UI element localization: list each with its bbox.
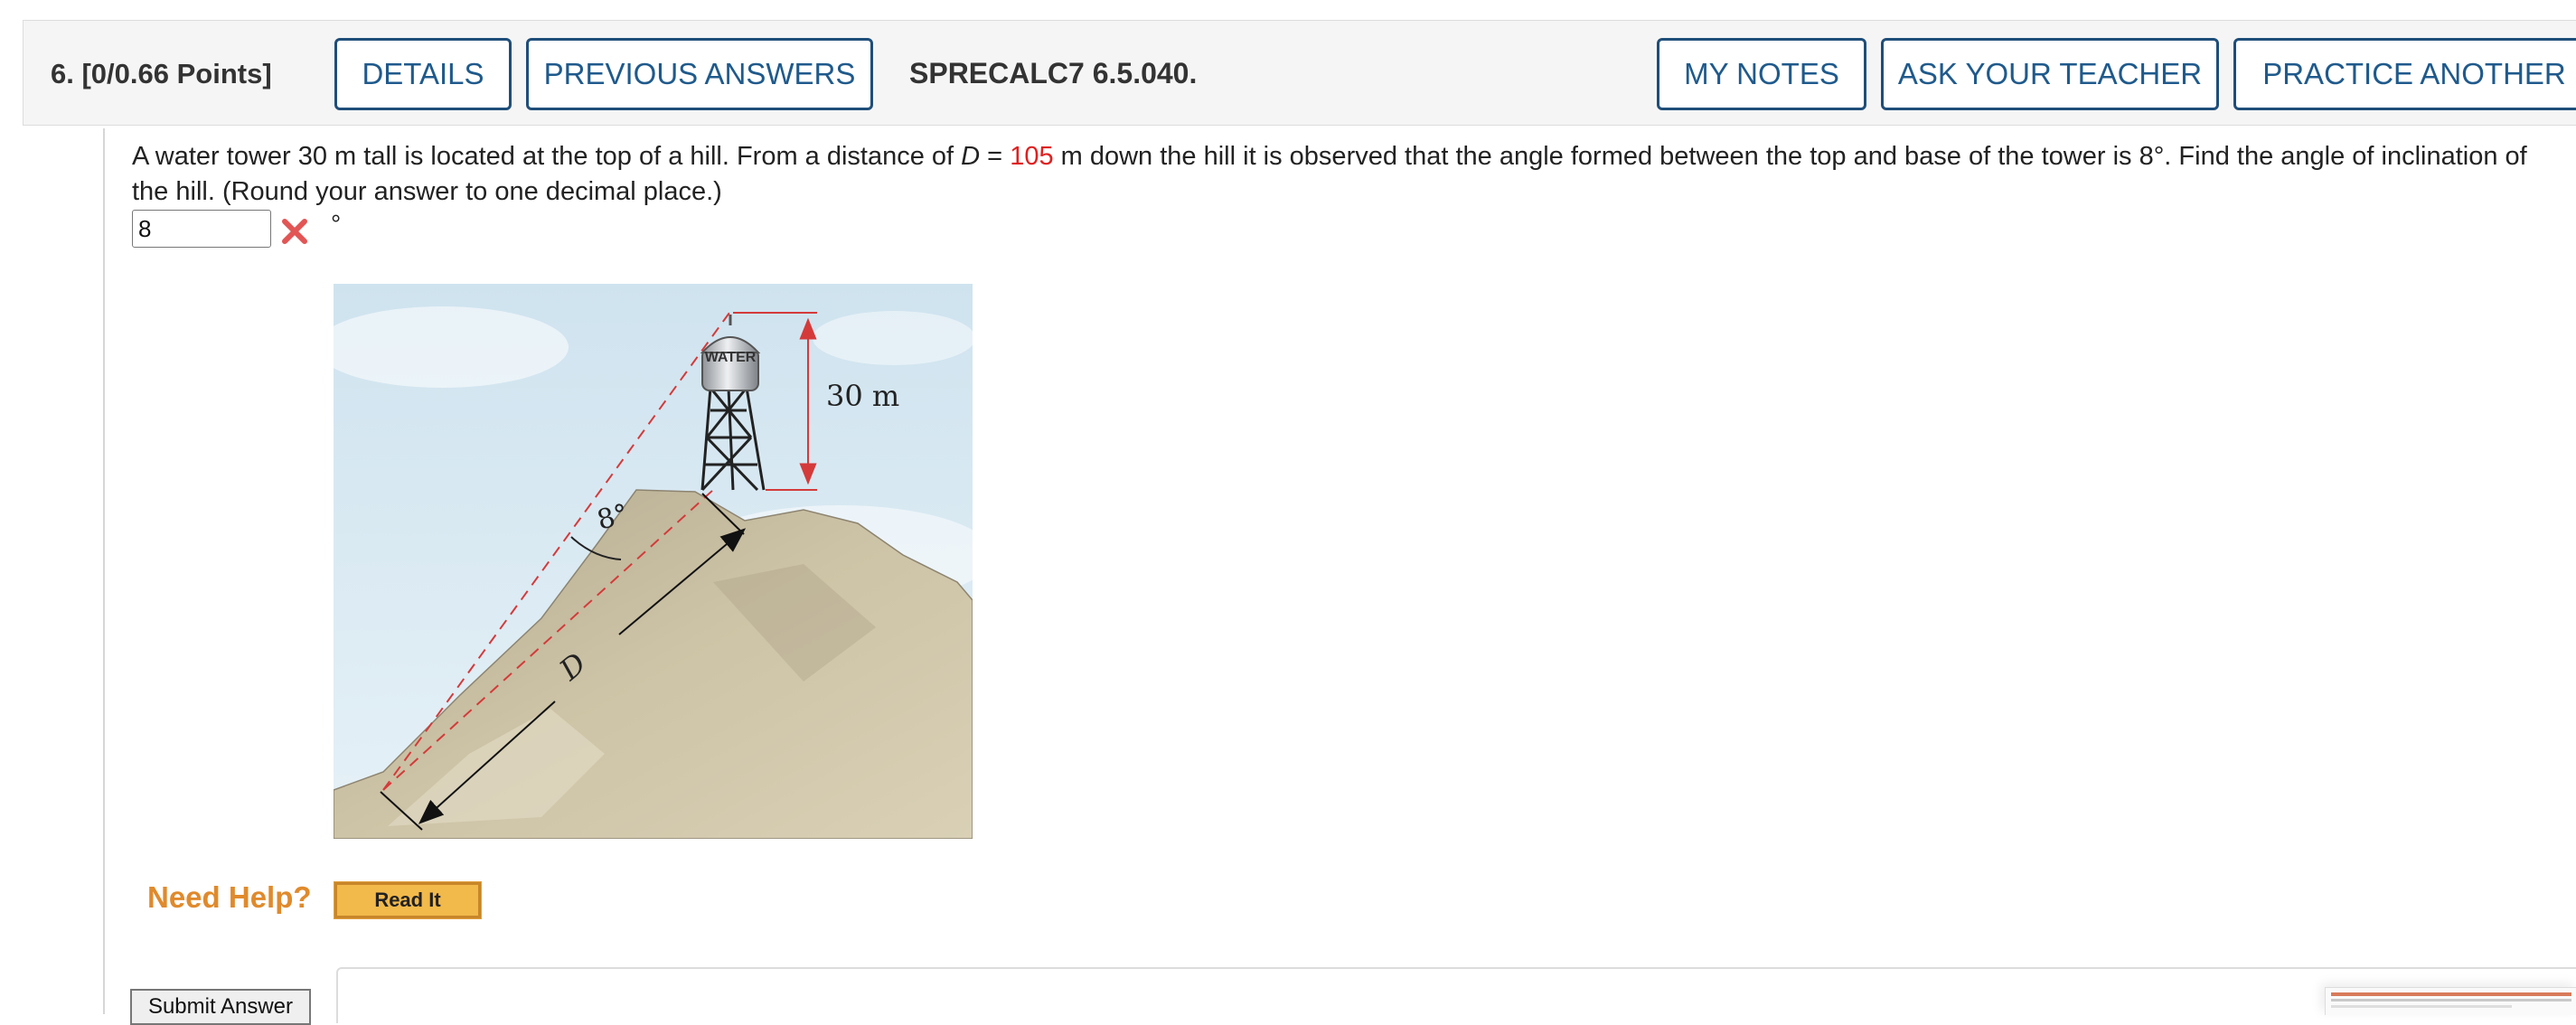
thumbnail-strip [2331, 1005, 2512, 1008]
distance-value: 105 [1010, 142, 1054, 171]
page-thumbnail-preview[interactable] [2325, 987, 2576, 1015]
thumbnail-strip [2331, 999, 2571, 1001]
equals-sign: = [980, 142, 1011, 171]
submit-answer-button-label: Submit Answer [147, 994, 294, 1019]
practice-another-button-label: PRACTICE ANOTHER [2262, 57, 2566, 90]
height-label: 30 m [826, 379, 899, 413]
problem-text: A water tower 30 m tall is located at th… [132, 139, 2536, 210]
details-button[interactable]: DETAILS [334, 38, 512, 110]
tank-label: WATER [705, 350, 757, 365]
need-help-label: Need Help? [147, 880, 312, 914]
question-number-label: 6. [51, 58, 74, 89]
my-notes-button[interactable]: MY NOTES [1657, 38, 1866, 110]
ask-teacher-button-label: ASK YOUR TEACHER [1897, 57, 2203, 90]
details-button-label: DETAILS [362, 57, 484, 90]
variable-d: D [961, 142, 981, 171]
previous-answers-button[interactable]: PREVIOUS ANSWERS [526, 38, 873, 110]
question-number: 6. [0/0.66 Points] [51, 21, 272, 127]
practice-another-button[interactable]: PRACTICE ANOTHER [2233, 38, 2576, 110]
answer-feedback-panel [336, 967, 2576, 1023]
points-label: [0/0.66 Points] [81, 58, 272, 89]
previous-answers-button-label: PREVIOUS ANSWERS [543, 57, 856, 90]
cloud [813, 311, 973, 365]
ask-teacher-button[interactable]: ASK YOUR TEACHER [1881, 38, 2219, 110]
incorrect-x-icon [282, 219, 307, 244]
my-notes-button-label: MY NOTES [1684, 57, 1839, 90]
answer-input[interactable] [132, 210, 271, 248]
thumbnail-strip [2331, 992, 2571, 996]
question-content: A water tower 30 m tall is located at th… [103, 128, 2576, 1025]
question-code: SPRECALC7 6.5.040. [909, 57, 1198, 89]
degree-unit: ° [331, 210, 342, 238]
submit-answer-button[interactable]: Submit Answer [130, 989, 311, 1025]
read-it-button[interactable]: Read It [334, 881, 482, 919]
question-header-bar: 6. [0/0.66 Points] DETAILS PREVIOUS ANSW… [23, 20, 2576, 126]
read-it-button-label: Read It [374, 889, 441, 911]
problem-text-part1: A water tower 30 m tall is located at th… [132, 142, 962, 171]
water-tower-figure: WATER 30 m 8° D [334, 284, 973, 839]
